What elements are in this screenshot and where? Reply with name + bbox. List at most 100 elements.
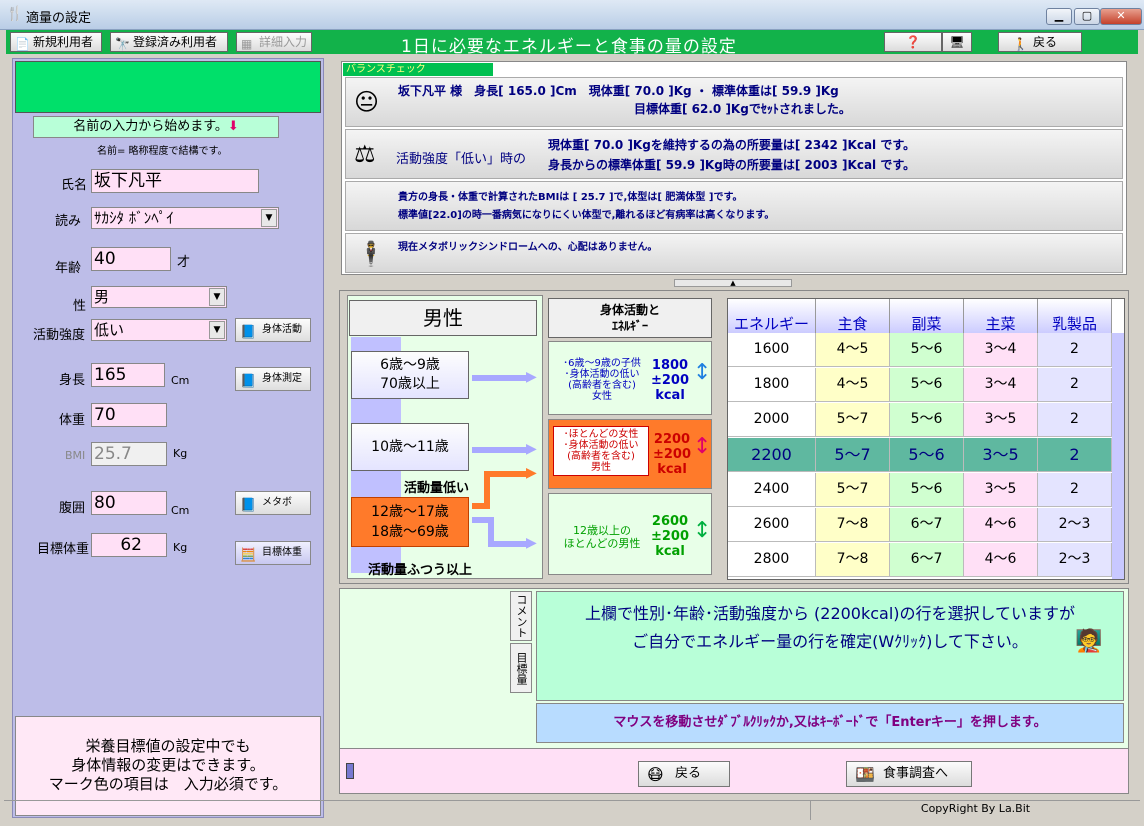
copyright: CopyRight By La.Bit bbox=[810, 800, 1140, 820]
reading-select[interactable]: ｻｶｼﾀ ﾎﾞﾝﾍﾟｲ ▼ bbox=[91, 207, 279, 229]
weight-label: 体重 bbox=[59, 413, 86, 428]
registered-user-button[interactable]: 🔭 登録済み利用者 bbox=[110, 32, 228, 52]
table-cell[interactable]: 2 bbox=[1038, 473, 1112, 507]
arrow-right-icon: ▶ bbox=[526, 535, 537, 551]
body-measure-button[interactable]: 📘 身体測定 bbox=[235, 367, 311, 391]
table-cell[interactable]: 3～5 bbox=[964, 438, 1038, 472]
sex-select[interactable]: 男 ▼ bbox=[91, 286, 227, 308]
target-weight-unit: Kg bbox=[173, 541, 188, 554]
table-cell[interactable]: 5～7 bbox=[816, 438, 890, 472]
mouse-hint: マウスを移動させﾀﾞﾌﾞﾙｸﾘｯｸか,又はｷｰﾎﾞｰﾄﾞで「Enterキー」を押… bbox=[536, 703, 1124, 743]
waist-input[interactable]: 80 bbox=[91, 491, 167, 515]
chevron-down-icon[interactable]: ▼ bbox=[209, 321, 225, 339]
table-cell[interactable]: 5～7 bbox=[816, 473, 890, 507]
activity-select[interactable]: 低い ▼ bbox=[91, 319, 227, 341]
name-hint: 名前= 略称程度で結構です。 bbox=[97, 146, 228, 157]
balance-check-panel: バランスチェック 😐 坂下凡平 様 身長[ 165.0 ]Cm 現体重[ 70.… bbox=[341, 61, 1127, 275]
table-cell[interactable]: 5～6 bbox=[890, 368, 964, 402]
table-cell[interactable]: 4～5 bbox=[816, 368, 890, 402]
table-cell[interactable]: 2 bbox=[1038, 333, 1112, 367]
table-cell[interactable]: 2200 bbox=[728, 438, 816, 472]
table-cell[interactable]: 1600 bbox=[728, 333, 816, 367]
table-cell[interactable]: 5～6 bbox=[890, 473, 964, 507]
table-cell[interactable]: 7～8 bbox=[816, 543, 890, 577]
detail-input-button[interactable]: ▦ 詳細入力 bbox=[236, 32, 312, 52]
energy-2600[interactable]: 12歳以上の ほとんどの男性 2600 ±200 kcal ↕ bbox=[548, 493, 712, 575]
table-cell[interactable]: 1800 bbox=[728, 368, 816, 402]
table-cell[interactable]: 7～8 bbox=[816, 508, 890, 542]
tab-comment[interactable]: コメント bbox=[510, 591, 532, 641]
target-weight-button[interactable]: 🧮 目標体重 bbox=[235, 541, 311, 565]
table-cell[interactable]: 3～4 bbox=[964, 368, 1038, 402]
chevron-down-icon[interactable]: ▼ bbox=[209, 288, 225, 306]
minimize-button[interactable]: ▁ bbox=[1046, 8, 1072, 25]
maximize-button[interactable]: ▢ bbox=[1074, 8, 1100, 25]
table-cell[interactable]: 3～5 bbox=[964, 403, 1038, 437]
table-cell[interactable]: 2～3 bbox=[1038, 508, 1112, 542]
age-group-1[interactable]: 6歳～9歳 70歳以上 bbox=[351, 351, 469, 399]
table-cell[interactable]: 2400 bbox=[728, 473, 816, 507]
toolbar: 📄 新規利用者 🔭 登録済み利用者 ▦ 詳細入力 1日に必要なエネルギーと食事の量の設… bbox=[6, 30, 1138, 57]
back-button[interactable]: 🚶 戻る bbox=[998, 32, 1082, 52]
metabo-button[interactable]: 📘 メタボ bbox=[235, 491, 311, 515]
table-cell[interactable]: 5～6 bbox=[890, 438, 964, 472]
binoculars-icon: 🔭 bbox=[115, 37, 130, 51]
table-cell[interactable]: 3～5 bbox=[964, 473, 1038, 507]
age-group-3[interactable]: 12歳～17歳 18歳～69歳 bbox=[351, 497, 469, 547]
main-area: バランスチェック 😐 坂下凡平 様 身長[ 165.0 ]Cm 現体重[ 70.… bbox=[334, 58, 1132, 820]
body-activity-button[interactable]: 📘 身体活動 bbox=[235, 318, 311, 342]
table-cell[interactable]: 2 bbox=[1038, 368, 1112, 402]
screen-button[interactable]: 🖥 bbox=[942, 32, 972, 52]
table-cell[interactable]: 2600 bbox=[728, 508, 816, 542]
age-group-2[interactable]: 10歳～11歳 bbox=[351, 423, 469, 471]
grid-icon: ▦ bbox=[241, 37, 253, 51]
table-cell[interactable]: 4～5 bbox=[816, 333, 890, 367]
target-weight-input[interactable]: 62 bbox=[91, 533, 167, 557]
balance-check-label: バランスチェック bbox=[343, 63, 493, 76]
age-label: 年齢 bbox=[55, 261, 82, 276]
name-label: 氏名 bbox=[61, 178, 88, 193]
start-name-button[interactable]: 名前の入力から始めます。⬇ bbox=[33, 116, 279, 138]
table-cell[interactable]: 5～7 bbox=[816, 403, 890, 437]
sex-title: 男性 bbox=[349, 300, 537, 336]
table-cell[interactable]: 5～6 bbox=[890, 403, 964, 437]
name-input[interactable]: 坂下凡平 bbox=[91, 169, 259, 193]
title-bar: 🍴 適量の設定 ▁ ▢ ✕ bbox=[0, 0, 1144, 30]
up-down-arrow-icon: ↕ bbox=[693, 434, 712, 459]
table-cell[interactable]: 6～7 bbox=[890, 543, 964, 577]
arrow-right-icon: ▶ bbox=[526, 441, 537, 457]
age-input[interactable]: 40 bbox=[91, 247, 171, 271]
waist-label: 腹囲 bbox=[59, 501, 86, 516]
weight-input[interactable]: 70 bbox=[91, 403, 167, 427]
table-cell[interactable]: 6～7 bbox=[890, 508, 964, 542]
meal-survey-button[interactable]: 🍱 食事調査へ bbox=[846, 761, 972, 787]
table-cell[interactable]: 3～4 bbox=[964, 333, 1038, 367]
person-icon: 🕴 bbox=[356, 240, 386, 268]
height-input[interactable]: 165 bbox=[91, 363, 165, 387]
book-icon: 📘 bbox=[240, 498, 257, 513]
energy-1800[interactable]: ･6歳～9歳の子供 ･身体活動の低い (高齢者を含む) 女性 1800 ±200 kcal… bbox=[548, 341, 712, 415]
comment-box: 上欄で性別･年齢･活動強度から (2200kcal)の行を選択していますが ご自… bbox=[536, 591, 1124, 701]
status-box bbox=[15, 61, 321, 113]
table-header: 副菜 bbox=[890, 299, 964, 333]
table-cell[interactable]: 2 bbox=[1038, 438, 1112, 472]
scrollbar[interactable] bbox=[1112, 333, 1124, 579]
table-cell[interactable]: 4～6 bbox=[964, 543, 1038, 577]
new-user-button[interactable]: 📄 新規利用者 bbox=[10, 32, 102, 52]
table-cell[interactable]: 4～6 bbox=[964, 508, 1038, 542]
table-cell[interactable]: 2000 bbox=[728, 403, 816, 437]
help-icon: ❓ bbox=[905, 35, 921, 49]
chevron-down-icon[interactable]: ▼ bbox=[261, 209, 277, 227]
table-cell[interactable]: 2800 bbox=[728, 543, 816, 577]
energy-2200[interactable]: ･ほとんどの女性 ･身体活動の低い (高齢者を含む) 男性 2200 ±200 kcal … bbox=[548, 419, 712, 489]
up-down-arrow-icon: ↕ bbox=[693, 360, 712, 385]
close-button[interactable]: ✕ bbox=[1100, 8, 1142, 25]
table-cell[interactable]: 2～3 bbox=[1038, 543, 1112, 577]
bottom-back-button[interactable]: 😷 戻る bbox=[638, 761, 730, 787]
table-cell[interactable]: 2 bbox=[1038, 403, 1112, 437]
tab-target[interactable]: 目標量 bbox=[510, 643, 532, 693]
book-icon: 📘 bbox=[240, 374, 257, 389]
table-cell[interactable]: 5～6 bbox=[890, 333, 964, 367]
help-button[interactable]: ❓ bbox=[884, 32, 942, 52]
splitter-handle[interactable]: ▲ bbox=[674, 279, 792, 287]
